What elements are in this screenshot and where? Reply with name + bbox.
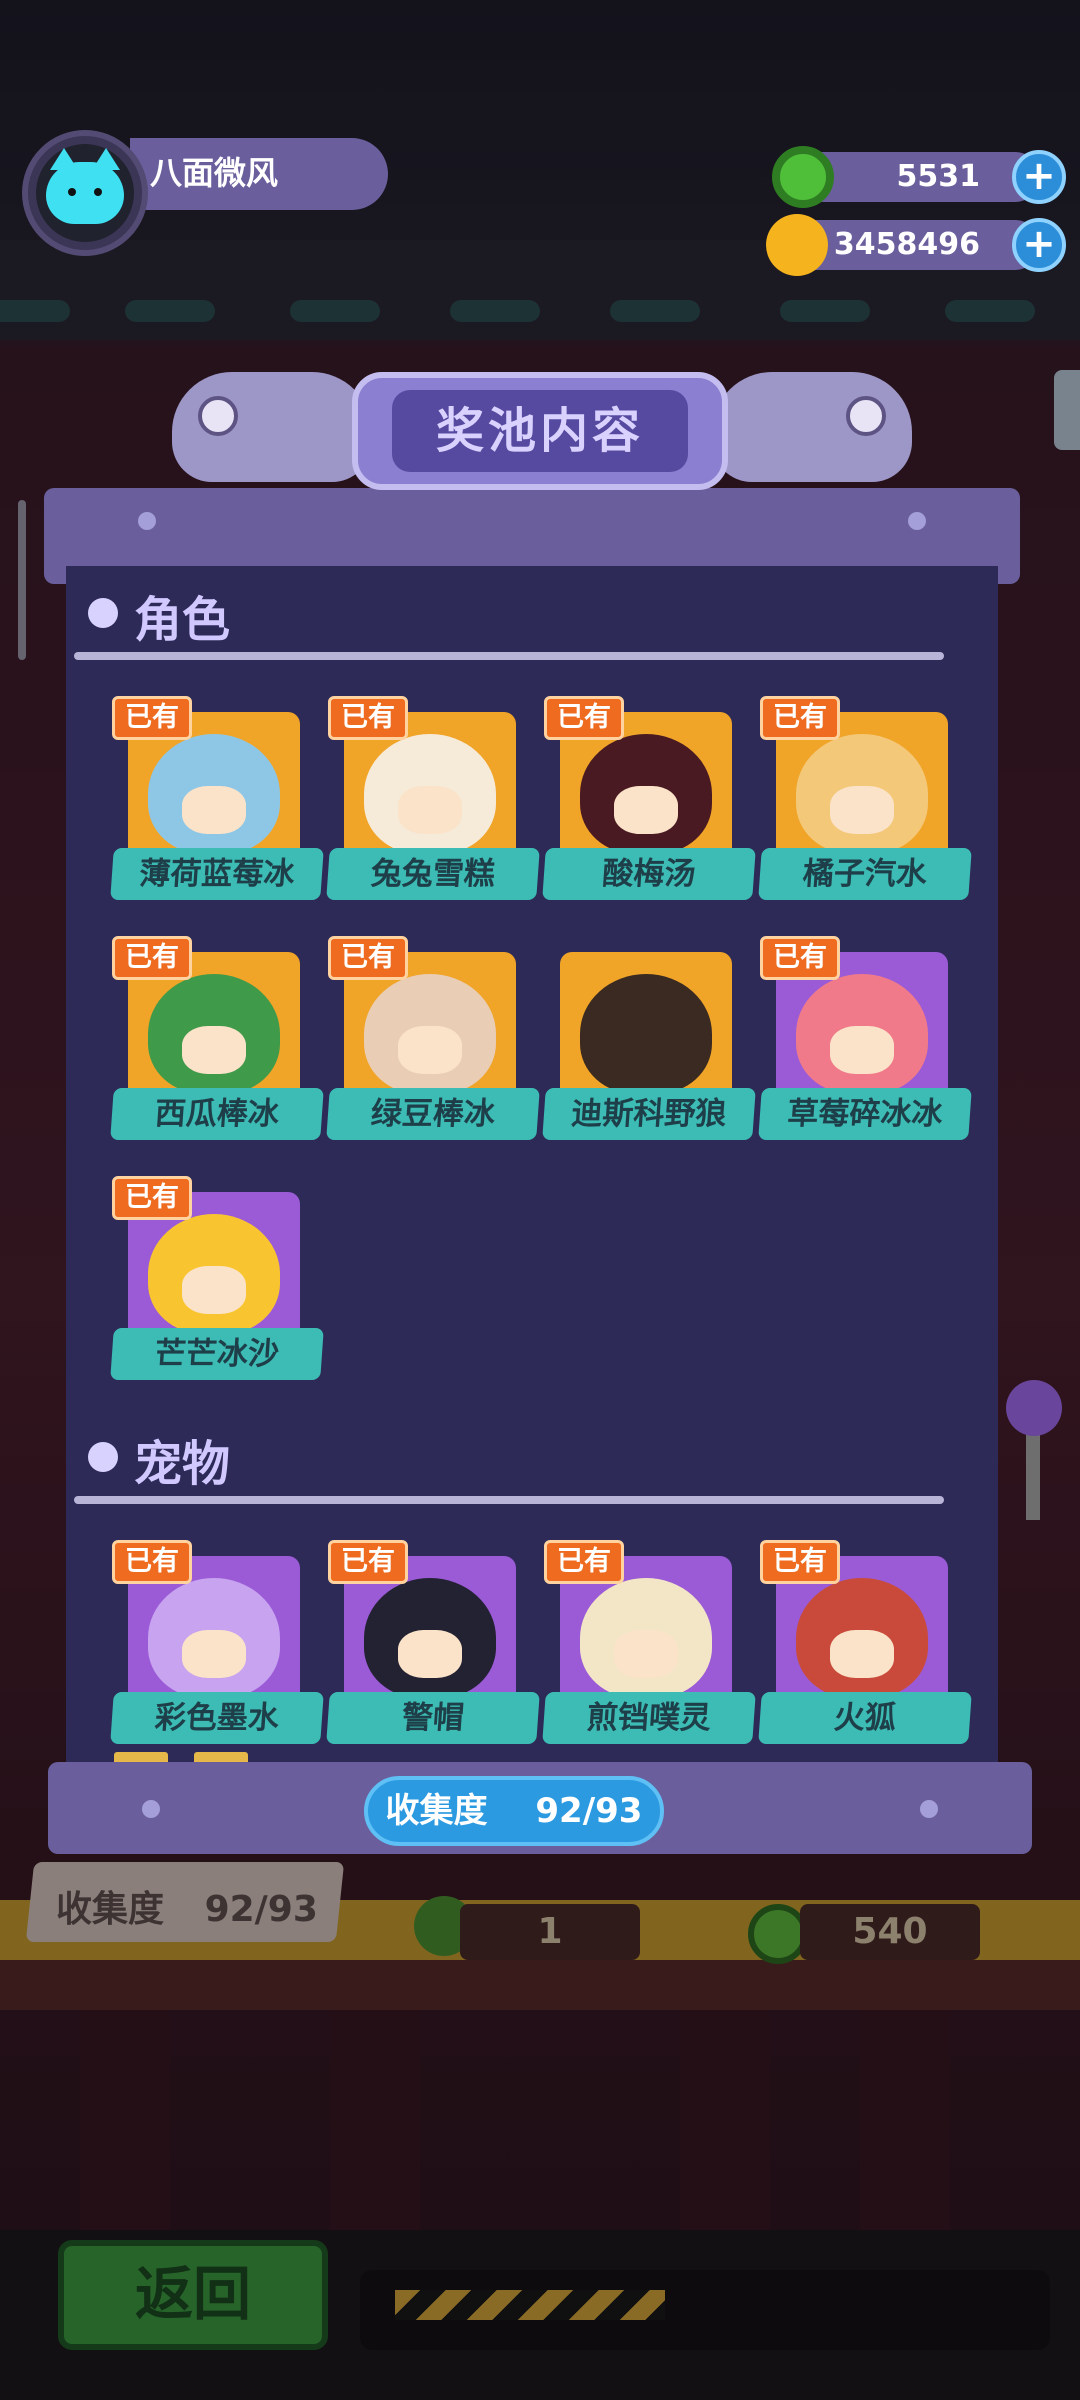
- item-portrait: [148, 1214, 280, 1334]
- screw: [142, 1800, 160, 1818]
- fish-ornament-right: [712, 372, 912, 482]
- item-portrait: [364, 974, 496, 1094]
- portrait-face: [182, 786, 246, 834]
- prize-item-card[interactable]: 薄荷蓝莓冰 已有: [110, 696, 324, 902]
- fish-eye: [198, 396, 238, 436]
- collection-label: 收集度: [385, 1791, 488, 1831]
- prize-item-card[interactable]: 警帽 已有: [326, 1540, 540, 1746]
- section-title: 宠物: [134, 1436, 231, 1492]
- green-donut-coin-icon: [772, 146, 834, 208]
- item-label: 西瓜棒冰: [110, 1088, 324, 1140]
- item-label: 警帽: [326, 1692, 540, 1744]
- screw: [908, 512, 926, 530]
- item-label: 火狐: [758, 1692, 972, 1744]
- prize-item-card[interactable]: 迪斯科野狼: [542, 952, 756, 1142]
- item-label: 兔兔雪糕: [326, 848, 540, 900]
- item-label: 芒芒冰沙: [110, 1328, 324, 1380]
- portrait-face: [398, 1026, 462, 1074]
- owned-badge: 已有: [112, 1176, 192, 1220]
- item-portrait: [796, 734, 928, 854]
- add-gold-coin-button[interactable]: +: [1012, 218, 1066, 272]
- portrait-face: [830, 1630, 894, 1678]
- player-avatar[interactable]: [22, 130, 148, 256]
- modal-title: 奖池内容: [392, 390, 688, 472]
- prize-item-card[interactable]: 绿豆棒冰 已有: [326, 936, 540, 1142]
- item-portrait: [364, 1578, 496, 1698]
- owned-badge: 已有: [544, 696, 624, 740]
- item-label: 迪斯科野狼: [542, 1088, 756, 1140]
- item-label: 彩色墨水: [110, 1692, 324, 1744]
- prize-item-card[interactable]: 橘子汽水 已有: [758, 696, 972, 902]
- item-label: 薄荷蓝莓冰: [110, 848, 324, 900]
- item-label: 草莓碎冰冰: [758, 1088, 972, 1140]
- prize-item-card[interactable]: 火狐 已有: [758, 1540, 972, 1746]
- fish-eye: [846, 396, 886, 436]
- section-title: 角色: [134, 592, 231, 648]
- owned-badge: 已有: [328, 936, 408, 980]
- section-bullet: [88, 598, 118, 628]
- owned-badge: 已有: [544, 1540, 624, 1584]
- owned-badge: 已有: [112, 936, 192, 980]
- item-portrait: [148, 974, 280, 1094]
- player-name: 八面微风: [150, 154, 279, 192]
- item-label: 绿豆棒冰: [326, 1088, 540, 1140]
- collection-value: 92/93: [535, 1791, 643, 1831]
- screw: [138, 512, 156, 530]
- prize-item-card[interactable]: 芒芒冰沙 已有: [110, 1176, 324, 1382]
- avatar-frame: [36, 144, 134, 242]
- prize-item-card[interactable]: 彩色墨水 已有: [110, 1540, 324, 1746]
- owned-badge: 已有: [328, 1540, 408, 1584]
- portrait-face: [398, 1630, 462, 1678]
- item-portrait: [580, 1578, 712, 1698]
- item-portrait: [580, 734, 712, 854]
- portrait-face: [182, 1266, 246, 1314]
- owned-badge: 已有: [760, 1540, 840, 1584]
- owned-badge: 已有: [760, 936, 840, 980]
- prize-item-card[interactable]: 西瓜棒冰 已有: [110, 936, 324, 1142]
- gold-planet-coin-icon: [766, 214, 828, 276]
- owned-badge: 已有: [760, 696, 840, 740]
- section-divider: [74, 652, 944, 660]
- section-divider: [74, 1496, 944, 1504]
- portrait-face: [614, 1630, 678, 1678]
- prize-item-card[interactable]: 草莓碎冰冰 已有: [758, 936, 972, 1142]
- portrait-face: [614, 786, 678, 834]
- cat-face-icon: [46, 148, 124, 224]
- prize-item-card[interactable]: 煎铛噗灵 已有: [542, 1540, 756, 1746]
- collection-progress: 收集度 92/93: [364, 1776, 664, 1846]
- item-label: 橘子汽水: [758, 848, 972, 900]
- item-portrait: [148, 1578, 280, 1698]
- fish-ornament-left: [172, 372, 372, 482]
- portrait-face: [398, 786, 462, 834]
- portrait-face: [830, 1026, 894, 1074]
- item-portrait: [796, 974, 928, 1094]
- item-portrait: [796, 1578, 928, 1698]
- section-bullet: [88, 1442, 118, 1472]
- item-label: 酸梅汤: [542, 848, 756, 900]
- portrait-face: [182, 1026, 246, 1074]
- prize-item-card[interactable]: 兔兔雪糕 已有: [326, 696, 540, 902]
- portrait-face: [182, 1630, 246, 1678]
- item-portrait: [580, 974, 712, 1094]
- owned-badge: 已有: [112, 1540, 192, 1584]
- item-portrait: [364, 734, 496, 854]
- eye: [68, 188, 76, 196]
- portrait-face: [830, 786, 894, 834]
- screw: [920, 1800, 938, 1818]
- add-green-coin-button[interactable]: +: [1012, 150, 1066, 204]
- eye: [94, 188, 102, 196]
- item-label: 煎铛噗灵: [542, 1692, 756, 1744]
- item-portrait: [148, 734, 280, 854]
- owned-badge: 已有: [112, 696, 192, 740]
- prize-item-card[interactable]: 酸梅汤 已有: [542, 696, 756, 902]
- owned-badge: 已有: [328, 696, 408, 740]
